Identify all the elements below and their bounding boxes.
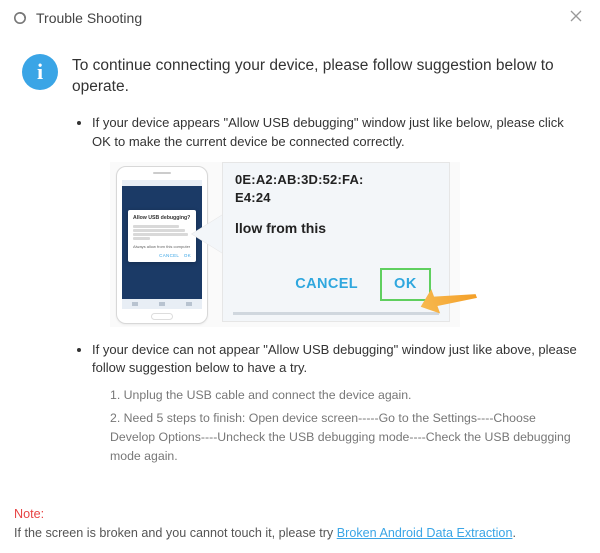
zoom-ok-label: OK <box>394 276 417 292</box>
note-text: If the screen is broken and you cannot t… <box>14 526 337 540</box>
content: i To continue connecting your device, pl… <box>0 36 600 480</box>
zoom-cancel-label: CANCEL <box>295 274 358 295</box>
app-icon <box>12 10 28 26</box>
headline: To continue connecting your device, plea… <box>72 56 578 98</box>
note-link[interactable]: Broken Android Data Extraction <box>337 526 513 540</box>
phone-ok-label: OK <box>184 253 191 258</box>
mac-line-1: 0E:A2:AB:3D:52:FA: <box>235 171 437 190</box>
step-2: 2. Need 5 steps to finish: Open device s… <box>110 409 578 466</box>
note-label: Note: <box>14 507 44 521</box>
phone-dialog-checkbox-label: Always allow from this computer <box>133 244 191 250</box>
titlebar: Trouble Shooting <box>0 0 600 36</box>
illustration: Allow USB debugging? Always allow from t… <box>110 162 460 327</box>
zoom-panel: 0E:A2:AB:3D:52:FA: E4:24 llow from this … <box>222 162 450 322</box>
note-tail: . <box>512 526 516 540</box>
note-block: Note: If the screen is broken and you ca… <box>14 505 586 543</box>
callout-pointer <box>192 214 224 254</box>
mac-line-2: E4:24 <box>235 189 437 208</box>
zoom-prompt: llow from this <box>235 218 437 238</box>
phone-dialog: Allow USB debugging? Always allow from t… <box>128 210 196 263</box>
main: To continue connecting your device, plea… <box>72 54 578 480</box>
instruction-list: If your device appears "Allow USB debugg… <box>72 114 578 467</box>
close-icon[interactable] <box>564 7 588 28</box>
phone-cancel-label: CANCEL <box>159 253 179 258</box>
window-title: Trouble Shooting <box>36 10 142 26</box>
phone-dialog-title: Allow USB debugging? <box>133 215 191 223</box>
info-icon: i <box>22 54 58 90</box>
instruction-text-2: If your device can not appear "Allow USB… <box>92 342 577 376</box>
instruction-item-1: If your device appears "Allow USB debugg… <box>92 114 578 327</box>
steps: 1. Unplug the USB cable and connect the … <box>110 386 578 466</box>
instruction-text-1: If your device appears "Allow USB debugg… <box>92 115 564 149</box>
step-1: 1. Unplug the USB cable and connect the … <box>110 386 578 405</box>
instruction-item-2: If your device can not appear "Allow USB… <box>92 341 578 467</box>
